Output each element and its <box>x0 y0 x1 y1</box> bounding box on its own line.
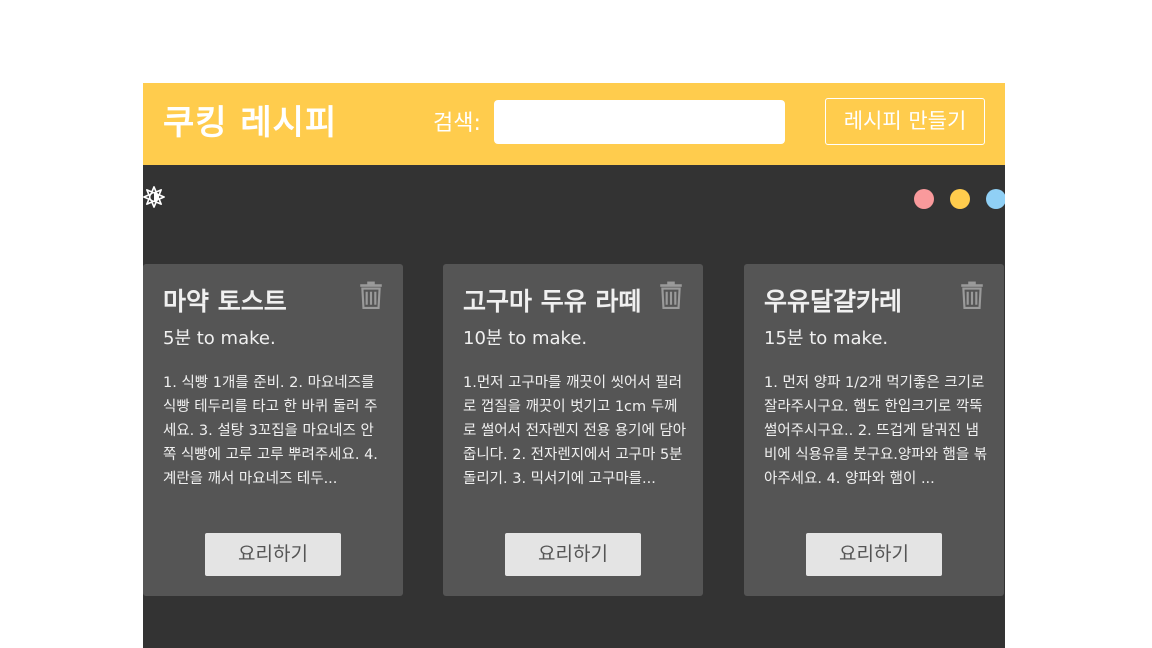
theme-color-pink[interactable] <box>914 189 934 209</box>
recipe-time-value: 5분 <box>163 328 192 349</box>
recipe-time-suffix: to make. <box>502 328 588 349</box>
recipe-method: 1. 식빵 1개를 준비. 2. 마요네즈를 식빵 테두리를 타고 한 바퀴 둘… <box>163 375 378 487</box>
cook-button[interactable]: 요리하기 <box>505 533 641 576</box>
recipe-title: 마약 토스트 <box>163 287 287 316</box>
app-container: 쿠킹 레시피 검색: 레시피 만들기 마약 토스트 5분 to make. 1.… <box>143 83 1005 648</box>
recipe-time: 15분 to make. <box>764 326 888 352</box>
gear-icon[interactable] <box>143 186 165 208</box>
recipe-time-value: 15분 <box>764 328 804 349</box>
recipe-card: 고구마 두유 라떼 10분 to make. 1.먼저 고구마를 깨끗이 씻어서… <box>443 264 703 596</box>
recipe-card: 마약 토스트 5분 to make. 1. 식빵 1개를 준비. 2. 마요네즈… <box>143 264 403 596</box>
theme-color-blue[interactable] <box>986 189 1005 209</box>
recipe-title: 고구마 두유 라떼 <box>463 287 642 316</box>
recipe-time-suffix: to make. <box>803 328 889 349</box>
cook-button[interactable]: 요리하기 <box>205 533 341 576</box>
trash-icon[interactable] <box>358 281 384 309</box>
theme-color-yellow[interactable] <box>950 189 970 209</box>
app-title: 쿠킹 레시피 <box>163 103 338 143</box>
search-label: 검색: <box>433 111 481 136</box>
recipe-title: 우유달걀카레 <box>764 287 903 316</box>
cook-button[interactable]: 요리하기 <box>806 533 942 576</box>
recipe-time-suffix: to make. <box>191 328 276 349</box>
navbar: 쿠킹 레시피 검색: 레시피 만들기 <box>143 83 1005 165</box>
recipe-time: 5분 to make. <box>163 326 276 352</box>
create-recipe-button[interactable]: 레시피 만들기 <box>825 98 985 145</box>
trash-icon[interactable] <box>959 281 985 309</box>
search-input[interactable] <box>494 100 785 144</box>
recipe-card: 우유달걀카레 15분 to make. 1. 먼저 양파 1/2개 먹기좋은 크… <box>744 264 1004 596</box>
recipe-method: 1. 먼저 양파 1/2개 먹기좋은 크기로 잘라주시구요. 햄도 한입크기로 … <box>764 375 988 487</box>
recipe-time-value: 10분 <box>463 328 503 349</box>
recipe-time: 10분 to make. <box>463 326 587 352</box>
trash-icon[interactable] <box>658 281 684 309</box>
recipe-method: 1.먼저 고구마를 깨끗이 씻어서 필러로 껍질을 깨끗이 벗기고 1cm 두께… <box>463 375 687 487</box>
